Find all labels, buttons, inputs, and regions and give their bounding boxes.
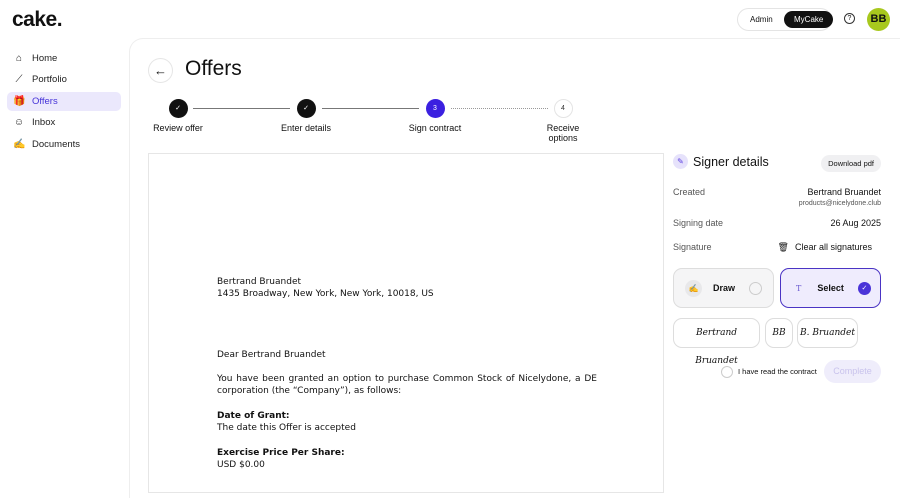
- created-name: Bertrand Bruandet: [807, 187, 881, 197]
- draw-option[interactable]: ✍ Draw: [673, 268, 774, 308]
- clear-signatures-button[interactable]: 🗑 Clear all signatures: [778, 242, 872, 253]
- step-review-offer: ✓ Review offer: [138, 99, 218, 133]
- radio-empty-icon: [749, 281, 763, 295]
- contract-document: Bertrand Bruandet 1435 Broadway, New Yor…: [148, 153, 664, 493]
- pen-icon: ✎: [673, 154, 688, 169]
- read-contract-label: I have read the contract: [738, 367, 817, 376]
- sidebar-item-label: Offers: [32, 95, 58, 107]
- sidebar-item-label: Portfolio: [32, 74, 67, 86]
- signer-title-text: Signer details: [693, 154, 769, 169]
- price-value: USD $0.00: [217, 460, 265, 470]
- step-number: 4: [553, 99, 573, 118]
- created-email: products@nicelydone.club: [798, 200, 881, 207]
- cake-icon: ⌂: [15, 53, 23, 64]
- step-label: Receive options: [546, 123, 580, 143]
- text-icon: T: [796, 283, 802, 293]
- sidebar-item-label: Home: [32, 53, 58, 64]
- step-label: Sign contract: [408, 123, 462, 133]
- admin-toggle[interactable]: Admin: [740, 11, 783, 28]
- signature-icon: ✍: [13, 138, 26, 150]
- check-icon: ✓: [296, 99, 316, 118]
- sidebar-item-home[interactable]: ⌂ Home: [7, 49, 121, 68]
- avatar[interactable]: BB: [867, 8, 890, 31]
- help-icon[interactable]: ?: [844, 13, 855, 24]
- signing-date-value: 26 Aug 2025: [830, 218, 881, 228]
- check-circle-icon: ✓: [857, 281, 871, 295]
- chart-icon: ⟋: [15, 74, 23, 86]
- workspace-switch: Admin MyCake: [737, 8, 834, 31]
- sidebar: ⌂ Home ⟋ Portfolio 🎁 Offers ☺ Inbox ✍ Documen…: [7, 49, 121, 156]
- sidebar-item-label: Documents: [32, 138, 81, 150]
- chat-icon: ☺: [13, 117, 25, 129]
- price-label: Exercise Price Per Share:: [217, 448, 345, 458]
- signature-option[interactable]: Bertrand Bruandet: [673, 318, 760, 366]
- greeting: Dear Bertrand Bruandet: [217, 350, 326, 360]
- select-label: Select: [817, 283, 844, 293]
- check-icon: ✓: [168, 99, 188, 118]
- select-option[interactable]: T Select ✓: [780, 268, 881, 308]
- download-pdf-button[interactable]: Download pdf: [821, 155, 881, 172]
- draw-label: Draw: [713, 283, 736, 293]
- clear-signatures-label: Clear all signatures: [794, 242, 872, 252]
- sidebar-item-offers[interactable]: 🎁 Offers: [7, 91, 121, 111]
- trash-icon: 🗑: [777, 242, 789, 252]
- back-button[interactable]: ←: [148, 58, 173, 83]
- sidebar-item-documents[interactable]: ✍ Documents: [7, 135, 121, 154]
- step-number: 3: [425, 99, 445, 118]
- grant-value: The date this Offer is accepted: [217, 423, 356, 433]
- step-enter-details: ✓ Enter details: [266, 99, 346, 133]
- sidebar-item-label: Inbox: [32, 117, 56, 129]
- created-label: Created: [673, 187, 706, 197]
- signature-label: Signature: [673, 242, 712, 252]
- step-receive-options: 4 Receive options: [523, 99, 603, 143]
- signature-option[interactable]: B. Bruandet: [797, 318, 858, 348]
- sidebar-item-inbox[interactable]: ☺ Inbox: [7, 113, 121, 132]
- gift-icon: 🎁: [13, 95, 26, 107]
- read-contract-checkbox[interactable]: [721, 366, 733, 378]
- complete-button[interactable]: Complete: [824, 360, 881, 383]
- recipient-name: Bertrand Bruandet: [217, 277, 302, 287]
- cake-logo[interactable]: cake.: [12, 8, 63, 32]
- mycake-toggle[interactable]: MyCake: [784, 11, 834, 28]
- step-label: Enter details: [280, 123, 332, 133]
- sidebar-item-portfolio[interactable]: ⟋ Portfolio: [7, 70, 121, 89]
- body-text: You have been granted an option to purch…: [217, 374, 597, 397]
- step-label: Review offer: [153, 123, 203, 133]
- recipient-address: 1435 Broadway, New York, New York, 10018…: [217, 289, 434, 299]
- signing-date-label: Signing date: [673, 218, 724, 228]
- page-title: Offers: [185, 57, 242, 80]
- grant-label: Date of Grant:: [217, 411, 290, 421]
- step-sign-contract: 3 Sign contract: [395, 99, 475, 133]
- draw-icon: ✍: [685, 279, 702, 297]
- signature-option[interactable]: BB: [765, 318, 793, 348]
